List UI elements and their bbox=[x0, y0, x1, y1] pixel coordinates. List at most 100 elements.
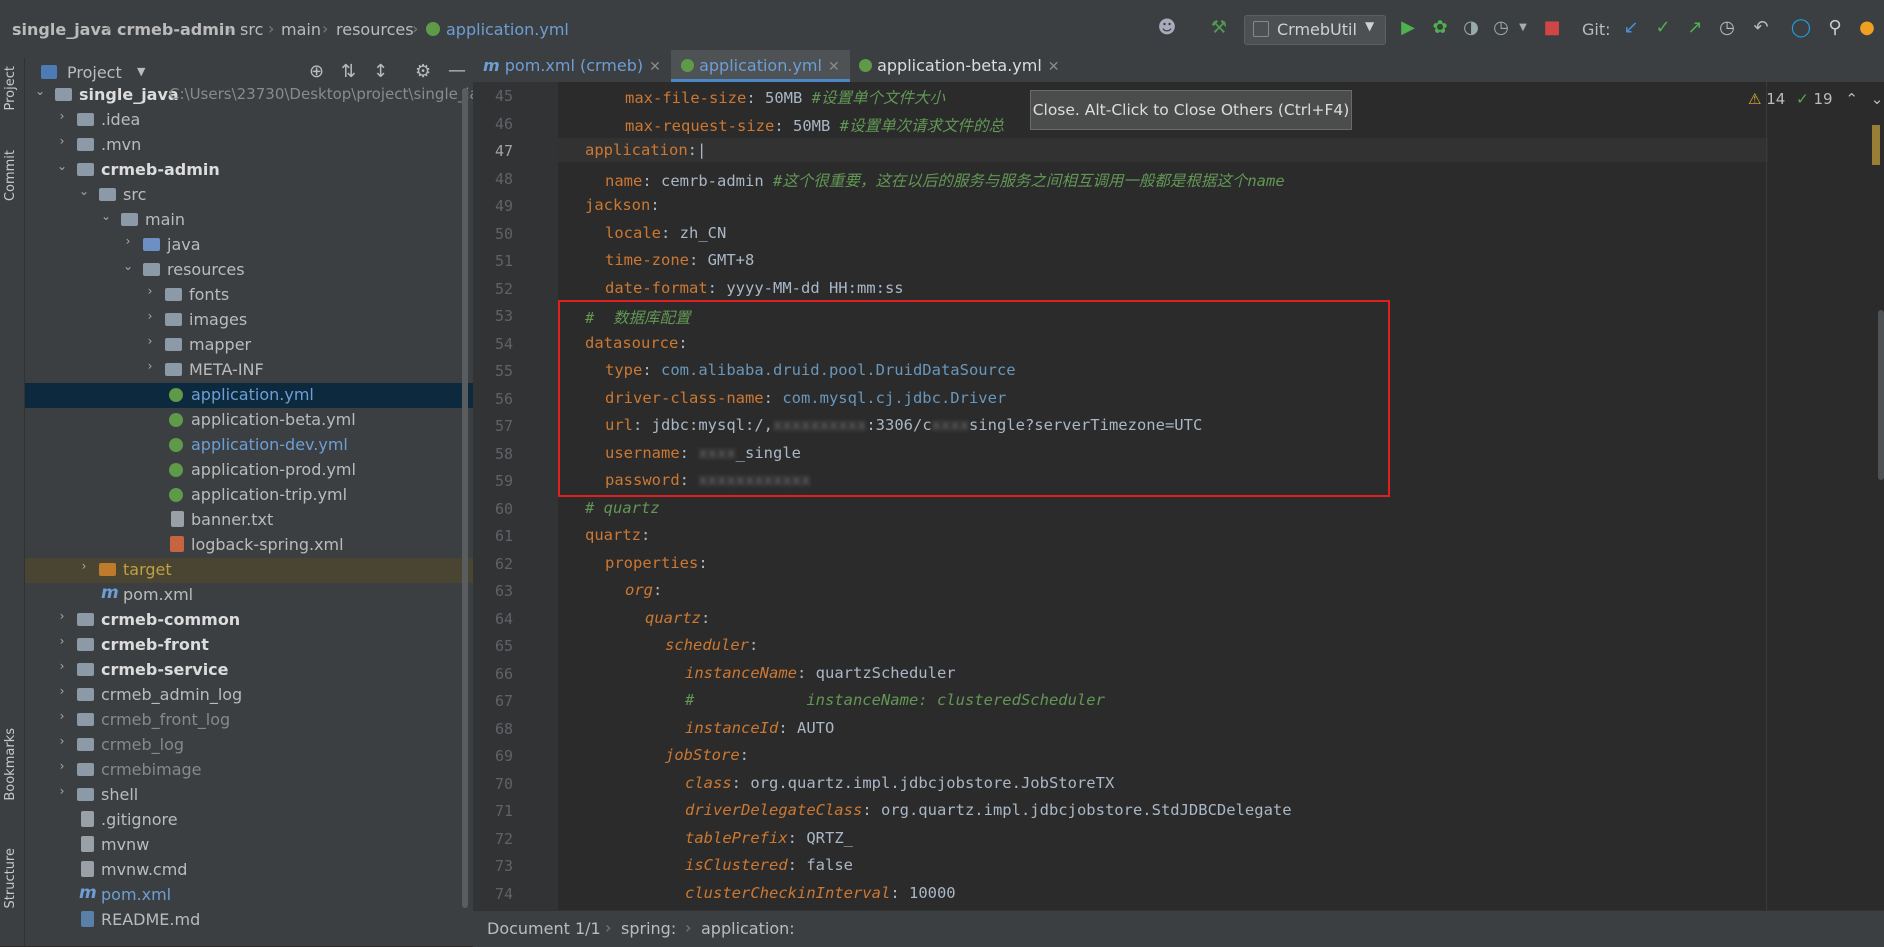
inspection-widget[interactable]: ⚠ 14 ✓ 19 ⌃ ⌄ bbox=[1748, 90, 1883, 108]
chevron-down-icon[interactable]: ▼ bbox=[137, 65, 145, 78]
debug-icon[interactable]: ✿ bbox=[1429, 17, 1451, 39]
tree-item-application-yml-selected[interactable]: application.yml bbox=[25, 383, 473, 408]
chevron-up-icon[interactable]: ⌃ bbox=[1845, 90, 1858, 108]
breadcrumb-main[interactable]: main bbox=[281, 20, 321, 39]
chevron-right-icon[interactable]: › bbox=[55, 734, 69, 748]
git-push-icon[interactable]: ↗ bbox=[1684, 17, 1706, 39]
chevron-right-icon[interactable]: › bbox=[55, 784, 69, 798]
tree-item-logback-spring-xml[interactable]: logback-spring.xml bbox=[25, 533, 473, 558]
tree-item-crmeb-log[interactable]: › crmeb_log bbox=[25, 733, 473, 758]
git-update-icon[interactable]: ↙ bbox=[1620, 17, 1642, 39]
updates-icon[interactable]: ● bbox=[1856, 17, 1878, 39]
tree-item-crmeb-admin[interactable]: ⌄ crmeb-admin bbox=[25, 158, 473, 183]
locate-icon[interactable]: ⊕ bbox=[309, 61, 324, 82]
chevron-down-icon[interactable]: ⌄ bbox=[99, 209, 113, 223]
close-icon[interactable]: ✕ bbox=[828, 59, 840, 75]
breadcrumb-project[interactable]: single_java bbox=[12, 20, 112, 39]
commit-tool-window-button[interactable]: Commit bbox=[3, 150, 18, 201]
rollback-icon[interactable]: ↶ bbox=[1750, 17, 1772, 39]
tree-item-crmebimage[interactable]: › crmebimage bbox=[25, 758, 473, 783]
tab-application-yml[interactable]: application.yml ✕ bbox=[671, 50, 850, 82]
chevron-right-icon[interactable]: › bbox=[55, 609, 69, 623]
tree-item-mapper[interactable]: › mapper bbox=[25, 333, 473, 358]
chevron-right-icon[interactable]: › bbox=[121, 234, 135, 248]
tree-item-resources[interactable]: ⌄ resources bbox=[25, 258, 473, 283]
run-icon[interactable]: ▶ bbox=[1397, 17, 1419, 39]
edge-icon[interactable]: ◯ bbox=[1790, 17, 1812, 39]
tree-item-pom-xml-root[interactable]: m pom.xml bbox=[25, 883, 473, 908]
tree-item-main[interactable]: ⌄ main bbox=[25, 208, 473, 233]
tree-item-idea[interactable]: › .idea bbox=[25, 108, 473, 133]
status-path-application[interactable]: application: bbox=[701, 919, 795, 938]
tree-item-pom-xml-admin[interactable]: m pom.xml bbox=[25, 583, 473, 608]
gear-icon[interactable]: ⚙ bbox=[415, 61, 431, 82]
hammer-icon[interactable]: ⚒ bbox=[1208, 17, 1230, 39]
tree-item-fonts[interactable]: › fonts bbox=[25, 283, 473, 308]
stop-icon[interactable]: ■ bbox=[1541, 17, 1563, 39]
tree-item-src[interactable]: ⌄ src bbox=[25, 183, 473, 208]
tree-item-application-dev-yml[interactable]: application-dev.yml bbox=[25, 433, 473, 458]
chevron-right-icon[interactable]: › bbox=[143, 309, 157, 323]
tree-item-crmeb-common[interactable]: › crmeb-common bbox=[25, 608, 473, 633]
breadcrumb-resources[interactable]: resources bbox=[336, 20, 414, 39]
chevron-down-icon[interactable]: ⌄ bbox=[55, 159, 69, 173]
tree-item-application-beta-yml[interactable]: application-beta.yml bbox=[25, 408, 473, 433]
tree-item-crmeb-admin-log[interactable]: › crmeb_admin_log bbox=[25, 683, 473, 708]
project-tool-window-button[interactable]: Project bbox=[3, 66, 18, 110]
chevron-right-icon[interactable]: › bbox=[55, 659, 69, 673]
tab-pom-xml[interactable]: m pom.xml (crmeb) ✕ bbox=[483, 50, 661, 82]
tree-item-mvnw[interactable]: mvnw bbox=[25, 833, 473, 858]
coverage-icon[interactable]: ◑ bbox=[1460, 17, 1482, 39]
tree-item-single-java[interactable]: ⌄ single_java C:\Users\23730\Desktop\pro… bbox=[25, 83, 473, 108]
chevron-right-icon[interactable]: › bbox=[77, 559, 91, 573]
chevron-down-icon[interactable]: ⌄ bbox=[33, 84, 47, 98]
status-document[interactable]: Document 1/1 bbox=[487, 919, 601, 938]
chevron-right-icon[interactable]: › bbox=[143, 359, 157, 373]
tree-item-mvnw-cmd[interactable]: mvnw.cmd bbox=[25, 858, 473, 883]
close-icon[interactable]: ✕ bbox=[649, 59, 661, 75]
tab-application-beta-yml[interactable]: application-beta.yml ✕ bbox=[849, 50, 1070, 82]
chevron-right-icon[interactable]: › bbox=[55, 709, 69, 723]
expand-all-icon[interactable]: ⇅ bbox=[341, 61, 356, 82]
tree-item-readme[interactable]: README.md bbox=[25, 908, 473, 933]
chevron-right-icon[interactable]: › bbox=[55, 109, 69, 123]
tree-item-application-prod-yml[interactable]: application-prod.yml bbox=[25, 458, 473, 483]
editor-scrollbar[interactable] bbox=[1878, 310, 1884, 480]
tree-item-shell[interactable]: › shell bbox=[25, 783, 473, 808]
bookmarks-tool-window-button[interactable]: Bookmarks bbox=[3, 728, 18, 801]
profile-icon[interactable]: ◷ bbox=[1490, 17, 1512, 39]
tree-item-java[interactable]: › java bbox=[25, 233, 473, 258]
tree-item-target[interactable]: › target bbox=[25, 558, 473, 583]
chevron-right-icon[interactable]: › bbox=[55, 759, 69, 773]
breadcrumb-file[interactable]: application.yml bbox=[446, 20, 569, 39]
status-path-spring[interactable]: spring: bbox=[621, 919, 676, 938]
close-icon[interactable]: ✕ bbox=[1048, 59, 1060, 75]
run-configuration-select[interactable]: CrmebUtil ▼ bbox=[1244, 15, 1386, 45]
breadcrumb-module[interactable]: crmeb-admin bbox=[117, 20, 236, 39]
git-commit-icon[interactable]: ✓ bbox=[1652, 17, 1674, 39]
history-icon[interactable]: ◷ bbox=[1716, 17, 1738, 39]
collapse-all-icon[interactable]: ↕ bbox=[373, 61, 388, 82]
tree-item-crmeb-service[interactable]: › crmeb-service bbox=[25, 658, 473, 683]
chevron-down-icon[interactable]: ⌄ bbox=[1871, 90, 1884, 108]
tree-item-crmeb-front-log[interactable]: › crmeb_front_log bbox=[25, 708, 473, 733]
chevron-right-icon[interactable]: › bbox=[55, 134, 69, 148]
chevron-down-icon[interactable]: ▼ bbox=[1512, 17, 1534, 39]
breadcrumb-src[interactable]: src bbox=[240, 20, 263, 39]
tree-item-images[interactable]: › images bbox=[25, 308, 473, 333]
tree-item-gitignore[interactable]: .gitignore bbox=[25, 808, 473, 833]
chevron-right-icon[interactable]: › bbox=[143, 334, 157, 348]
tree-item-mvn[interactable]: › .mvn bbox=[25, 133, 473, 158]
tree-scrollbar[interactable] bbox=[462, 88, 468, 908]
tree-item-banner-txt[interactable]: banner.txt bbox=[25, 508, 473, 533]
search-icon[interactable]: ⚲ bbox=[1824, 17, 1846, 39]
chevron-down-icon[interactable]: ⌄ bbox=[121, 259, 135, 273]
tree-item-application-trip-yml[interactable]: application-trip.yml bbox=[25, 483, 473, 508]
hide-icon[interactable]: — bbox=[448, 60, 466, 81]
chevron-right-icon[interactable]: › bbox=[143, 284, 157, 298]
structure-tool-window-button[interactable]: Structure bbox=[3, 848, 18, 908]
user-icon[interactable]: ☻ bbox=[1156, 17, 1178, 39]
chevron-right-icon[interactable]: › bbox=[55, 684, 69, 698]
project-panel-title[interactable]: Project bbox=[67, 63, 122, 82]
tree-item-crmeb-front[interactable]: › crmeb-front bbox=[25, 633, 473, 658]
